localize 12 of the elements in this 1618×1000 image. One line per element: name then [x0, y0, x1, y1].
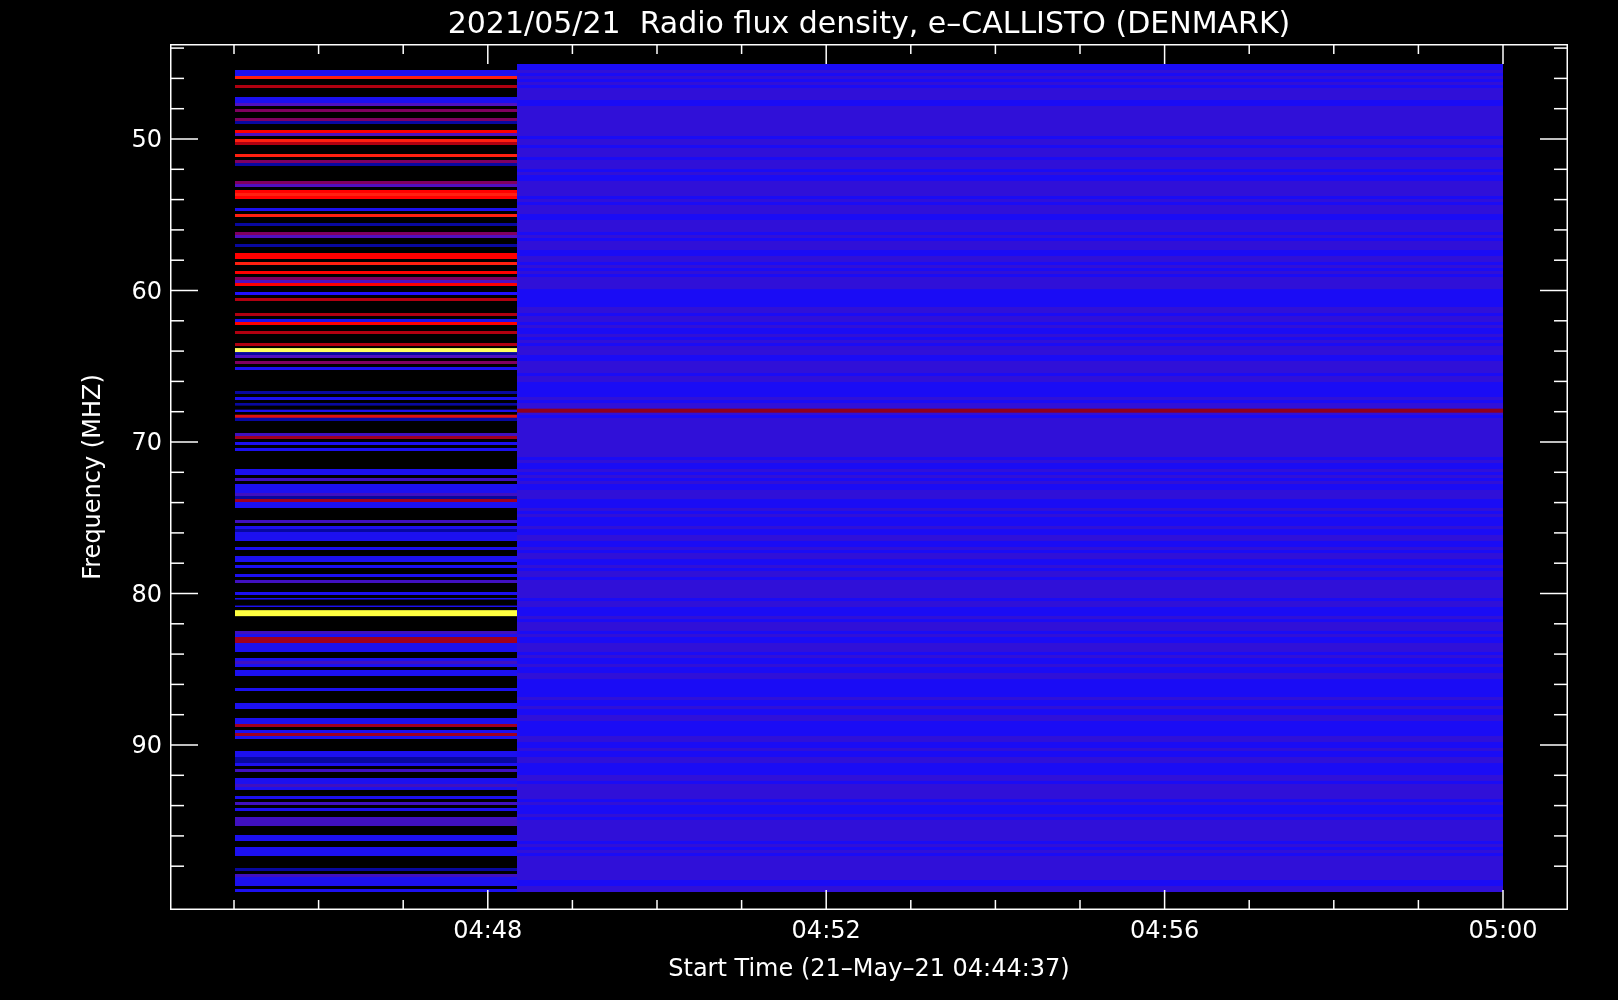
y-tick-label: 70	[131, 428, 162, 456]
x-axis-label: Start Time (21–May–21 04:44:37)	[668, 954, 1070, 982]
y-tick-label: 80	[131, 579, 162, 608]
x-tick-label: 04:52	[791, 916, 861, 944]
y-tick-label: 60	[131, 276, 162, 305]
x-tick-label: 04:56	[1130, 916, 1200, 944]
x-tick-label: 04:48	[453, 916, 523, 944]
y-tick-label: 50	[131, 125, 162, 153]
y-axis-label: Frequency (MHZ)	[78, 374, 106, 580]
plot-title: 2021/05/21 Radio flux density, e–CALLISTO (DENMARK)	[447, 4, 1291, 40]
y-tick-label: 90	[131, 731, 162, 759]
x-tick-label: 05:00	[1468, 916, 1538, 944]
